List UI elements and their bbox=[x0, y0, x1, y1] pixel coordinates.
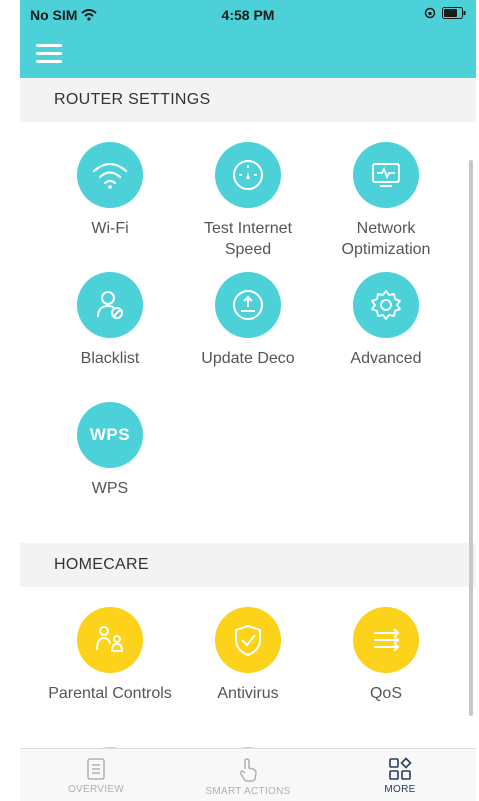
vertical-scrollbar[interactable] bbox=[469, 160, 473, 716]
tile-label: Blacklist bbox=[80, 350, 140, 367]
tile-wifi[interactable]: Wi-Fi bbox=[41, 142, 179, 239]
qos-arrows-icon bbox=[353, 607, 419, 673]
app-bar bbox=[20, 30, 476, 78]
app-screen: No SIM 4:58 PM ROUTER SETTINGS Wi-Fi Tes… bbox=[20, 0, 476, 801]
speedometer-icon bbox=[215, 142, 281, 208]
router-settings-grid: Wi-Fi Test Internet Speed Network Optimi… bbox=[20, 122, 476, 543]
tile-test-internet-speed[interactable]: Test Internet Speed bbox=[179, 142, 317, 260]
tile-blacklist[interactable]: Blacklist bbox=[41, 272, 179, 369]
shield-icon bbox=[215, 607, 281, 673]
tile-label: Advanced bbox=[350, 350, 422, 367]
tile-label: Parental Controls bbox=[48, 685, 172, 702]
tile-label: Antivirus bbox=[217, 685, 279, 702]
tile-antivirus[interactable]: Antivirus bbox=[179, 607, 317, 704]
parental-icon bbox=[77, 607, 143, 673]
wps-icon: WPS bbox=[77, 402, 143, 468]
tab-label: OVERVIEW bbox=[67, 784, 125, 795]
wifi-icon bbox=[77, 142, 143, 208]
status-time: 4:58 PM bbox=[221, 7, 275, 23]
tile-update-deco[interactable]: Update Deco bbox=[179, 272, 317, 369]
monitor-pulse-icon bbox=[353, 142, 419, 208]
tab-label: SMART ACTIONS bbox=[205, 786, 291, 797]
tile-parental-controls[interactable]: Parental Controls bbox=[41, 607, 179, 704]
tile-wps[interactable]: WPS WPS bbox=[41, 402, 179, 499]
tab-overview[interactable]: OVERVIEW bbox=[20, 749, 172, 801]
gear-icon bbox=[353, 272, 419, 338]
grid-icon bbox=[389, 757, 412, 780]
tile-label: Network Optimization bbox=[341, 220, 431, 258]
tile-label: Test Internet Speed bbox=[203, 220, 293, 258]
battery-icon bbox=[442, 7, 466, 19]
tap-hand-icon bbox=[239, 758, 257, 782]
status-right bbox=[424, 7, 466, 19]
tile-label: Update Deco bbox=[201, 350, 295, 367]
tab-more[interactable]: MORE bbox=[324, 749, 476, 801]
wps-icon-text: WPS bbox=[89, 425, 131, 444]
tile-qos[interactable]: QoS bbox=[317, 607, 455, 704]
orientation-lock-icon bbox=[424, 7, 436, 19]
homecare-grid: Parental Controls Antivirus QoS bbox=[20, 587, 476, 748]
hamburger-menu-icon[interactable] bbox=[36, 44, 62, 64]
router-settings-header: ROUTER SETTINGS bbox=[20, 78, 476, 122]
tab-label: MORE bbox=[384, 784, 416, 795]
bottom-tab-bar: OVERVIEW SMART ACTIONS MORE bbox=[20, 748, 476, 801]
tile-label: Wi-Fi bbox=[91, 220, 129, 237]
tile-network-optimization[interactable]: Network Optimization bbox=[317, 142, 455, 260]
status-bar: No SIM 4:58 PM bbox=[20, 0, 476, 30]
upload-icon bbox=[215, 272, 281, 338]
settings-content[interactable]: ROUTER SETTINGS Wi-Fi Test Internet Spee… bbox=[20, 78, 476, 748]
tab-smart-actions[interactable]: SMART ACTIONS bbox=[172, 749, 324, 801]
user-blocked-icon bbox=[77, 272, 143, 338]
tile-advanced[interactable]: Advanced bbox=[317, 272, 455, 369]
tile-label: WPS bbox=[91, 480, 129, 497]
document-icon bbox=[87, 758, 105, 780]
tile-label: QoS bbox=[369, 685, 402, 702]
homecare-header: HOMECARE bbox=[20, 543, 476, 587]
